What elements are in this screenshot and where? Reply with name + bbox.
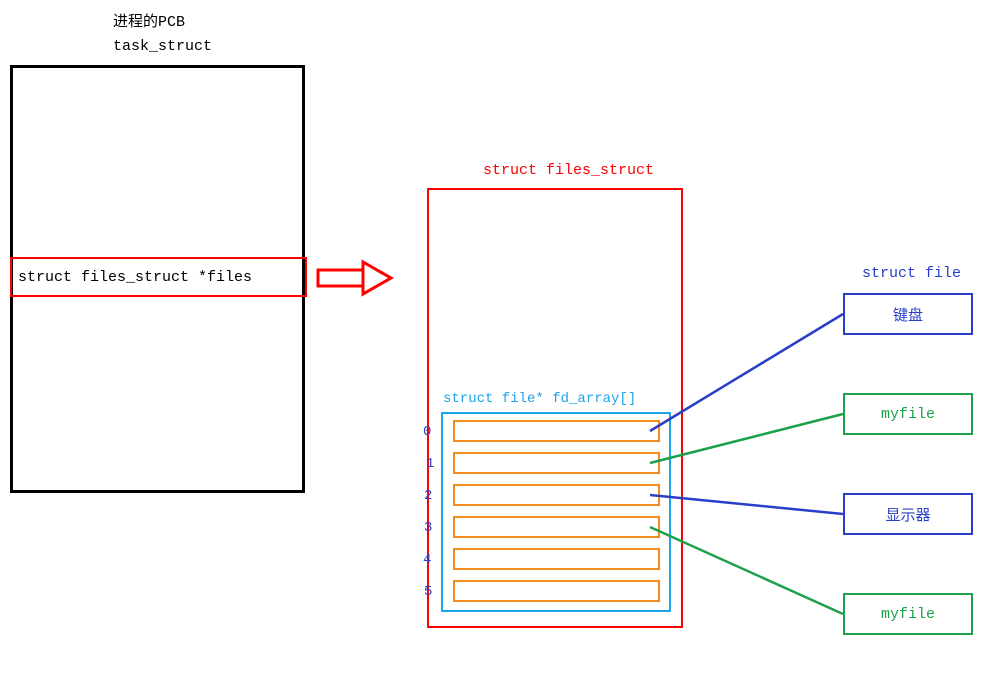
fd-slot-4 bbox=[453, 548, 660, 570]
pcb-title: 进程的PCB bbox=[113, 10, 185, 31]
fd-slot-5 bbox=[453, 580, 660, 602]
fd-index-5: 5 bbox=[424, 584, 432, 600]
fd-slot-0 bbox=[453, 420, 660, 442]
struct-file-myfile-2: myfile bbox=[843, 593, 973, 635]
fd-index-1: 1 bbox=[426, 456, 434, 472]
fd-index-4: 4 bbox=[423, 552, 431, 568]
fd-index-0: 0 bbox=[423, 424, 431, 440]
fd-slot-1 bbox=[453, 452, 660, 474]
task-struct-label: task_struct bbox=[113, 38, 212, 55]
files-ptr-text: struct files_struct *files bbox=[16, 261, 254, 294]
struct-file-myfile-2-label: myfile bbox=[881, 606, 935, 623]
struct-file-myfile-1: myfile bbox=[843, 393, 973, 435]
struct-file-display-label: 显示器 bbox=[885, 504, 930, 525]
fd-index-3: 3 bbox=[424, 520, 432, 536]
fd-index-2: 2 bbox=[424, 488, 432, 504]
files-ptr-box: struct files_struct *files bbox=[10, 257, 307, 297]
fd-slot-2 bbox=[453, 484, 660, 506]
struct-file-myfile-1-label: myfile bbox=[881, 406, 935, 423]
struct-file-label: struct file bbox=[862, 265, 961, 282]
fd-slot-3 bbox=[453, 516, 660, 538]
struct-file-keyboard: 键盘 bbox=[843, 293, 973, 335]
fd-array-label: struct file* fd_array[] bbox=[443, 391, 636, 407]
pointer-arrow-icon bbox=[316, 258, 396, 298]
struct-file-display: 显示器 bbox=[843, 493, 973, 535]
struct-file-keyboard-label: 键盘 bbox=[893, 304, 923, 325]
files-struct-label: struct files_struct bbox=[483, 162, 654, 179]
